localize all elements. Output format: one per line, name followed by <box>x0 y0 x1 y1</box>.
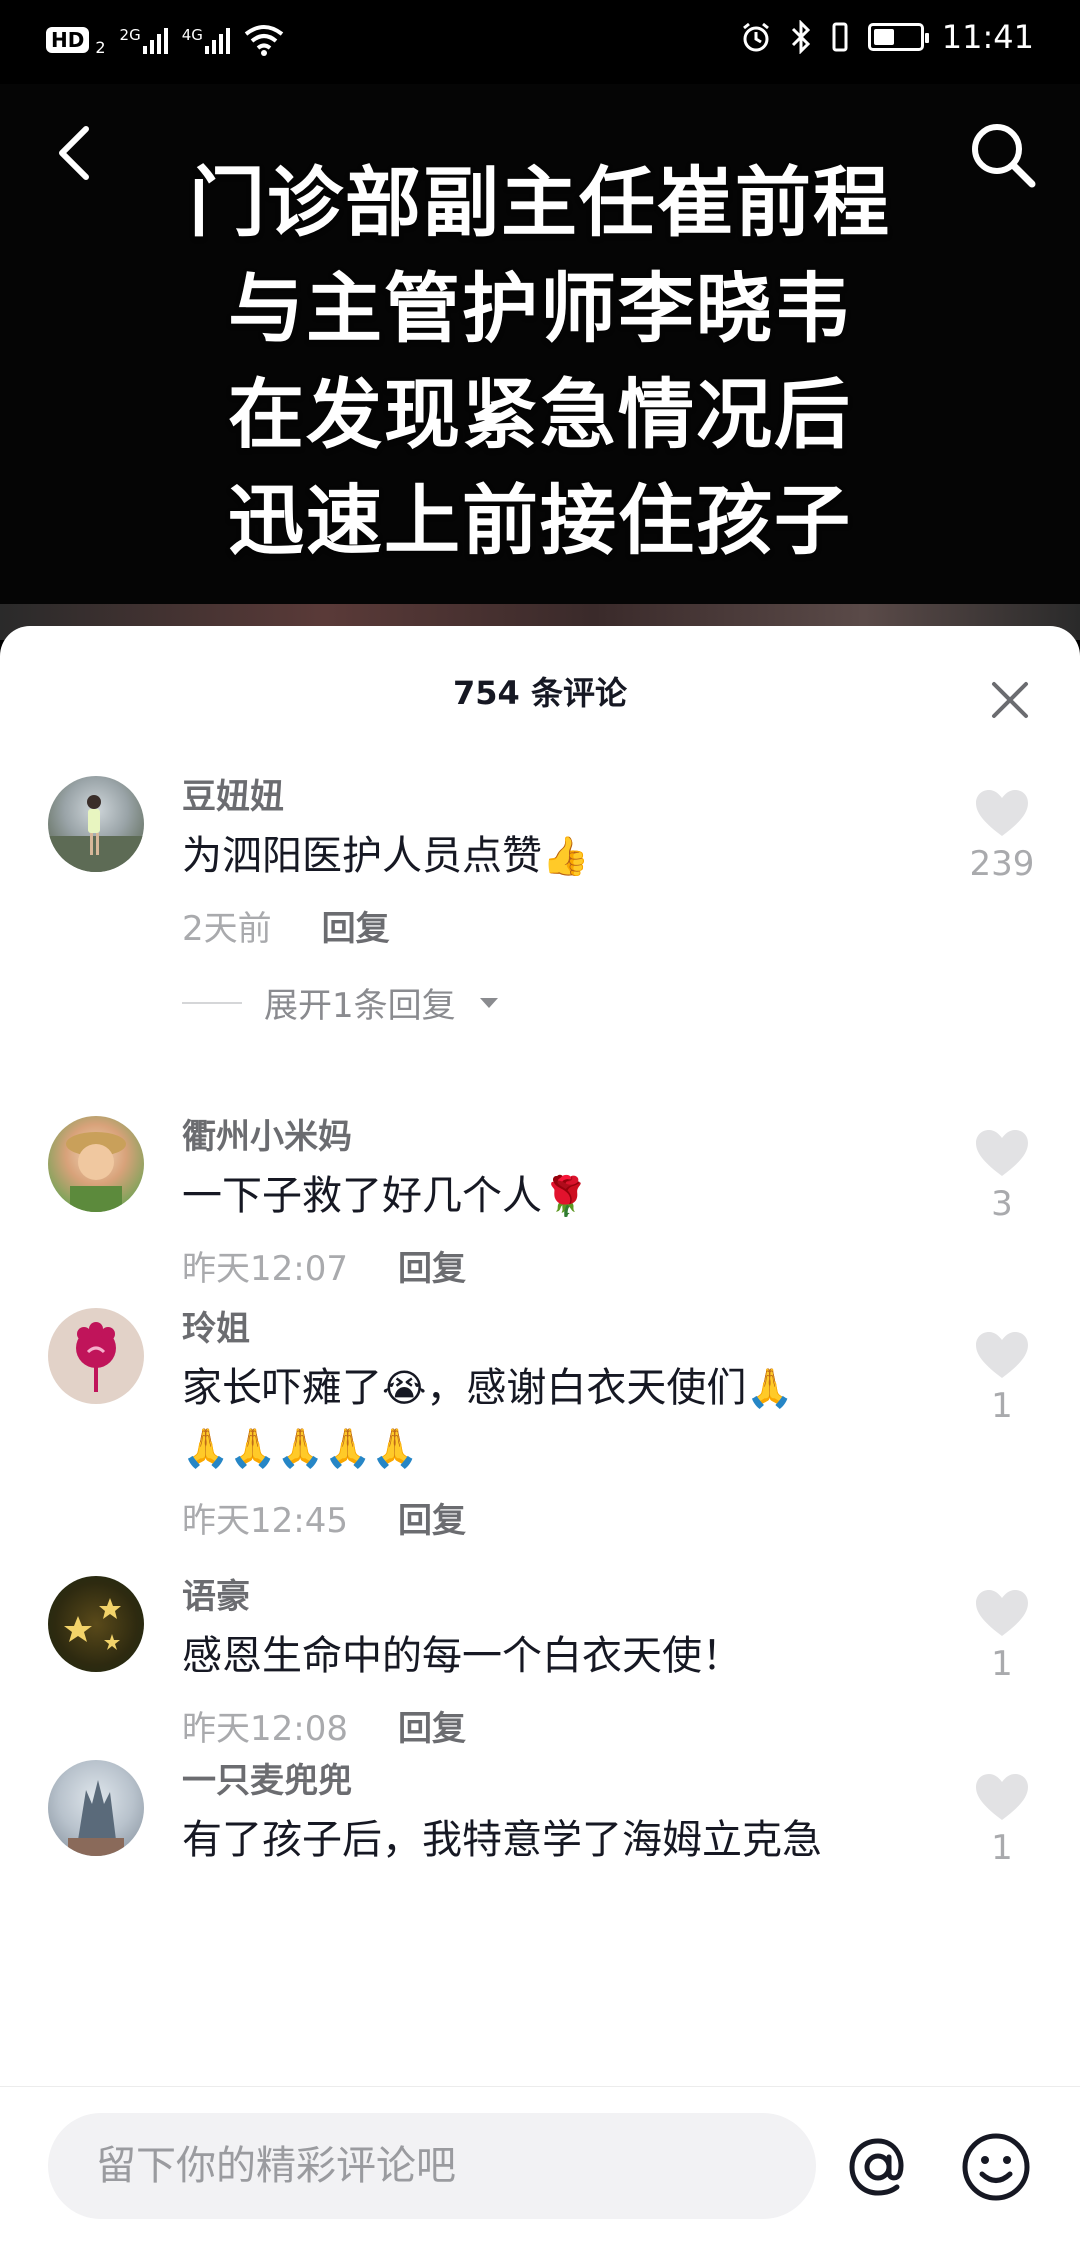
comment-text: 为泗阳医护人员点赞👍 <box>182 833 590 879</box>
comment-username[interactable]: 一只麦兜兜 <box>182 1738 930 1806</box>
caption-line: 门诊部副主任崔前程 <box>189 158 891 247</box>
battery-icon <box>867 23 929 51</box>
like-count: 1 <box>991 1386 1013 1426</box>
heart-icon <box>976 1590 1028 1636</box>
caret-down-icon <box>479 997 498 1008</box>
comment-input-bar <box>0 2086 1080 2244</box>
close-icon <box>992 682 1028 718</box>
reply-button[interactable]: 回复 <box>322 904 390 954</box>
video-caption: 门诊部副主任崔前程 与主管护师李晓韦 在发现紧急情况后 迅速上前接住孩子 <box>0 150 1080 574</box>
avatar[interactable] <box>48 1116 144 1212</box>
comment-sheet: 754 条评论 豆妞妞 为泗阳医护人员点赞👍 2天前 回复 展开1条回复 239… <box>0 626 1080 2244</box>
avatar[interactable] <box>48 1760 144 1856</box>
heart-icon <box>976 790 1028 836</box>
emoji-button[interactable] <box>960 2131 1032 2203</box>
avatar[interactable] <box>48 1576 144 1672</box>
clock: 11:41 <box>941 18 1034 56</box>
comment-item: 豆妞妞 为泗阳医护人员点赞👍 2天前 回复 展开1条回复 239 <box>0 754 1080 1094</box>
comment-username[interactable]: 豆妞妞 <box>182 754 930 822</box>
comment-item: 玲姐 家长吓瘫了😭，感谢白衣天使们🙏 🙏🙏🙏🙏🙏 昨天12:45 回复 1 <box>0 1286 1080 1554</box>
bluetooth-icon <box>791 20 810 54</box>
avatar-child-icon <box>66 1132 126 1212</box>
comment-input[interactable] <box>48 2113 816 2219</box>
avatar[interactable] <box>48 1308 144 1404</box>
expand-replies-label: 展开1条回复 <box>264 986 456 1026</box>
comment-username[interactable]: 衢州小米妈 <box>182 1094 930 1162</box>
smiley-icon <box>962 2133 1030 2201</box>
signal-4g-icon: 4G <box>182 26 230 54</box>
wifi-icon <box>244 24 284 56</box>
close-button[interactable] <box>988 678 1032 722</box>
pray-emoji-row: 🙏🙏🙏🙏🙏 <box>182 1426 419 1470</box>
hd-badge: HD <box>46 26 90 53</box>
like-count: 1 <box>991 1644 1013 1684</box>
comment-count: 754 条评论 <box>453 674 627 712</box>
signal-2g-icon: 2G <box>120 26 168 54</box>
like-button[interactable]: 1 <box>962 1772 1042 1868</box>
thumbs-up-emoji: 👍 <box>542 834 590 878</box>
comment-username[interactable]: 玲姐 <box>182 1286 930 1354</box>
comment-list[interactable]: 豆妞妞 为泗阳医护人员点赞👍 2天前 回复 展开1条回复 239 衢州小米妈 一… <box>0 754 1080 2084</box>
like-count: 1 <box>991 1828 1013 1868</box>
at-icon <box>849 2138 904 2196</box>
alarm-icon <box>742 22 769 52</box>
pray-emoji: 🙏 <box>746 1366 794 1410</box>
comment-item: 语豪 感恩生命中的每一个白衣天使！ 昨天12:08 回复 1 <box>0 1554 1080 1749</box>
caption-line: 迅速上前接住孩子 <box>228 476 852 565</box>
like-button[interactable]: 1 <box>962 1588 1042 1684</box>
comment-item: 衢州小米妈 一下子救了好几个人🌹 昨天12:07 回复 3 <box>0 1094 1080 1289</box>
avatar-flower-icon <box>76 1322 116 1392</box>
comment-time: 2天前 <box>182 909 272 949</box>
avatar-building-icon <box>68 1780 124 1856</box>
avatar-figure-icon <box>48 795 144 872</box>
mention-button[interactable] <box>842 2131 914 2203</box>
rose-emoji: 🌹 <box>542 1174 590 1218</box>
crying-emoji: 😭 <box>382 1366 427 1410</box>
sheet-header: 754 条评论 <box>0 626 1080 754</box>
expand-replies-button[interactable]: 展开1条回复 <box>182 978 930 1027</box>
heart-icon <box>976 1130 1028 1176</box>
hd-sub: 2 <box>95 38 106 57</box>
expand-divider <box>182 1001 242 1004</box>
comment-item: 一只麦兜兜 有了孩子后，我特意学了海姆立克急 1 <box>0 1738 1080 1938</box>
comment-text: 感恩生命中的每一个白衣天使！ <box>182 1633 742 1679</box>
like-button[interactable]: 239 <box>962 788 1042 884</box>
comment-text: 有了孩子后，我特意学了海姆立克急 <box>182 1817 822 1863</box>
like-count: 239 <box>969 844 1035 884</box>
reply-button[interactable]: 回复 <box>398 1496 466 1546</box>
heart-icon <box>976 1774 1028 1820</box>
like-button[interactable]: 3 <box>962 1128 1042 1224</box>
avatar-stars-icon <box>64 1598 121 1650</box>
vibrate-icon <box>832 22 848 52</box>
comment-meta: 昨天12:45 回复 <box>182 1496 930 1546</box>
comment-meta: 2天前 回复 <box>182 904 930 954</box>
comment-text: 家长吓瘫了😭，感谢白衣天使们🙏 🙏🙏🙏🙏🙏 <box>182 1365 794 1470</box>
caption-line: 在发现紧急情况后 <box>228 370 852 459</box>
comment-time: 昨天12:45 <box>182 1501 348 1541</box>
comment-text: 一下子救了好几个人🌹 <box>182 1173 590 1219</box>
like-button[interactable]: 1 <box>962 1330 1042 1426</box>
like-count: 3 <box>991 1184 1013 1224</box>
heart-icon <box>976 1332 1028 1378</box>
status-bar: HD 2 2G 4G 11:41 <box>0 0 1080 84</box>
caption-line: 与主管护师李晓韦 <box>228 264 852 353</box>
comment-username[interactable]: 语豪 <box>182 1554 930 1622</box>
avatar[interactable] <box>48 776 144 872</box>
